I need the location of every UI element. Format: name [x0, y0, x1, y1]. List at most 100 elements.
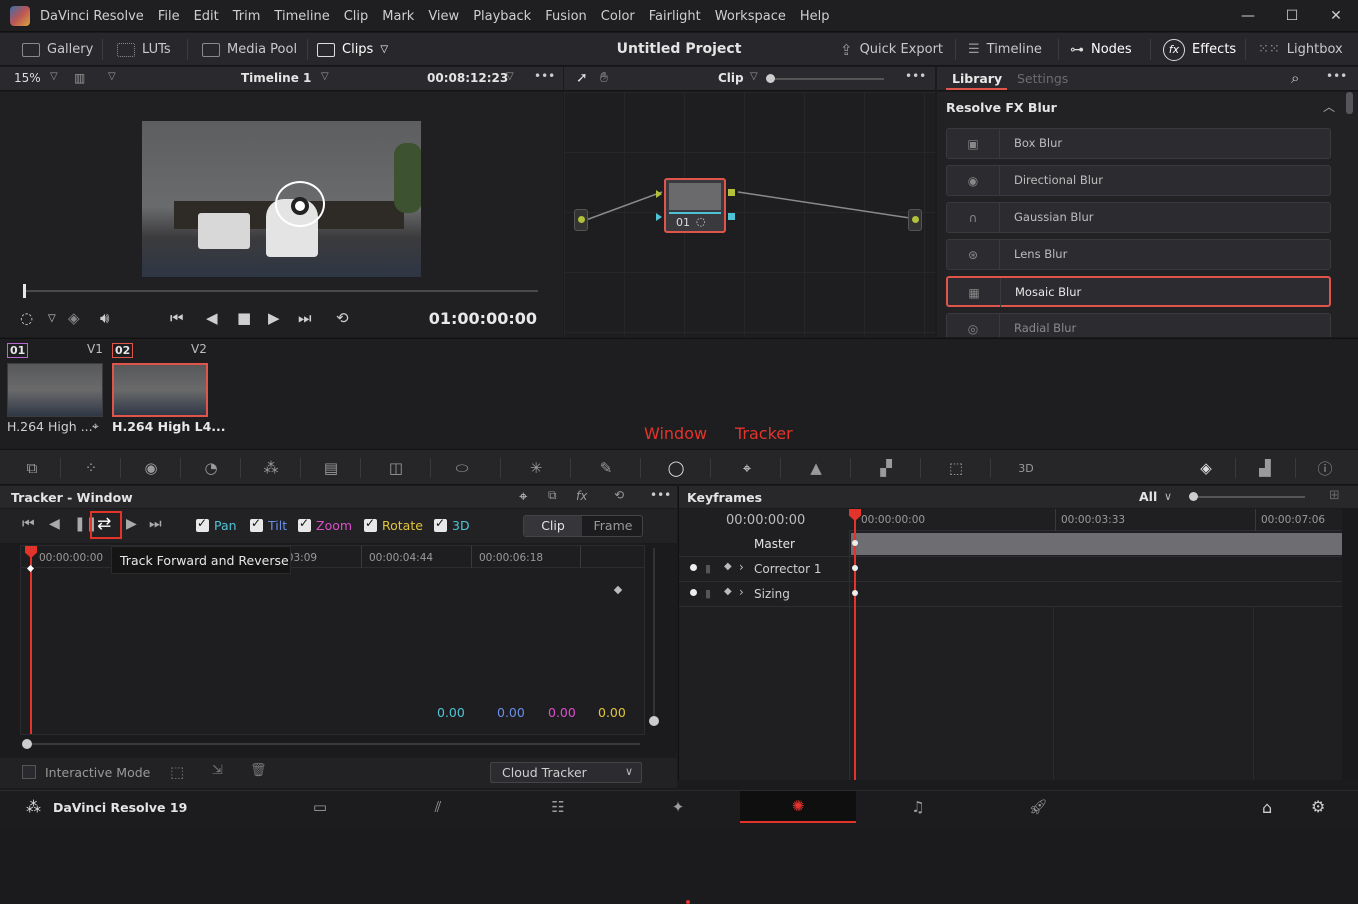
loop-icon[interactable]: ⟲: [336, 309, 349, 327]
window-icon[interactable]: ◯: [656, 450, 696, 486]
viewer-layout-icon[interactable]: ▥: [74, 71, 85, 85]
speaker-icon[interactable]: 🔊︎: [100, 309, 109, 327]
blur-icon[interactable]: ▞: [866, 450, 906, 486]
interactive-mode-checkbox[interactable]: [22, 765, 36, 779]
lock-icon[interactable]: ▮: [705, 562, 711, 575]
stabilizer-icon[interactable]: ⧉: [548, 488, 557, 503]
more-options-icon[interactable]: •••: [1326, 69, 1347, 83]
page-deliver-icon[interactable]: 🚀︎: [980, 791, 1096, 823]
play-icon[interactable]: ▶: [268, 309, 280, 327]
chevron-down-icon[interactable]: ▽: [50, 71, 58, 82]
page-edit-icon[interactable]: ☷: [500, 791, 616, 823]
page-fairlight-icon[interactable]: ♫: [860, 791, 976, 823]
motion-effects-icon[interactable]: ▤: [311, 450, 351, 486]
node-graph[interactable]: 01 ◌: [564, 92, 935, 337]
page-cut-icon[interactable]: ⫽: [380, 791, 496, 823]
menu-clip[interactable]: Clip: [344, 9, 369, 24]
node-zoom-slider[interactable]: [766, 74, 775, 83]
jump-start-icon[interactable]: ⏮︎: [170, 309, 184, 327]
fx-item-radial-blur[interactable]: ◎ Radial Blur: [946, 313, 1331, 337]
expand-panel-icon[interactable]: ⊞: [1329, 488, 1340, 503]
clips-button[interactable]: Clips ▽: [317, 33, 388, 66]
menu-workspace[interactable]: Workspace: [715, 9, 786, 24]
timeline-name[interactable]: Timeline 1: [241, 71, 311, 85]
page-fusion-icon[interactable]: ✦: [620, 791, 736, 823]
minimize-button[interactable]: —: [1226, 0, 1270, 32]
track-forward-reverse-button[interactable]: ⇄: [90, 511, 122, 539]
keyframe-scrollbar[interactable]: [1342, 509, 1358, 780]
menu-fusion[interactable]: Fusion: [545, 9, 587, 24]
gallery-button[interactable]: Gallery: [22, 33, 93, 66]
insert-points-icon[interactable]: ⬚: [170, 763, 184, 781]
stereo-3d-icon[interactable]: 3D: [1006, 450, 1046, 486]
menu-fairlight[interactable]: Fairlight: [649, 9, 701, 24]
viewer-playhead[interactable]: [23, 284, 26, 298]
keyframe-diamond-icon[interactable]: ◆: [724, 561, 732, 572]
search-icon[interactable]: ⌕: [1291, 69, 1299, 87]
chevron-down-icon[interactable]: ▽: [506, 71, 514, 82]
lightbox-button[interactable]: ⁙⁙ Lightbox: [1258, 33, 1343, 66]
timeline-button[interactable]: ☰ Timeline: [968, 33, 1042, 66]
more-options-icon[interactable]: •••: [534, 69, 555, 83]
enable-dot[interactable]: [690, 589, 697, 596]
rotate-checkbox[interactable]: Rotate: [364, 516, 423, 533]
quick-export-button[interactable]: ⇪ Quick Export: [840, 33, 943, 66]
keyframe-ruler[interactable]: 00:00:00:00 00:00:03:33 00:00:07:06: [849, 509, 1343, 531]
fx-icon[interactable]: fx: [576, 489, 587, 503]
source-input[interactable]: [574, 209, 588, 231]
primaries-wheels-icon[interactable]: ◉: [131, 450, 171, 486]
chevron-down-icon[interactable]: ∨: [1164, 490, 1172, 503]
maximize-button[interactable]: ☐: [1270, 0, 1314, 32]
final-output[interactable]: [908, 209, 922, 231]
magic-mask-icon[interactable]: ▲: [796, 450, 836, 486]
graph-horizontal-scrollbar[interactable]: [24, 743, 640, 745]
chevron-right-icon[interactable]: ›: [739, 585, 744, 599]
nodes-button[interactable]: ⊶ Nodes: [1070, 33, 1132, 66]
menu-edit[interactable]: Edit: [194, 9, 219, 24]
graph-zoom-handle[interactable]: [649, 716, 659, 726]
chevron-down-icon[interactable]: ▽: [321, 71, 329, 82]
color-warper-mesh-icon[interactable]: ✳: [516, 450, 556, 486]
tracker-type-select[interactable]: Cloud Tracker ∨: [490, 762, 642, 783]
delete-point-icon[interactable]: 🗑︎: [250, 763, 267, 778]
luts-button[interactable]: LUTs: [117, 33, 171, 66]
tab-library[interactable]: Library: [952, 71, 1002, 86]
zoom-checkbox[interactable]: Zoom: [298, 516, 352, 533]
zoom-level[interactable]: 15%: [14, 71, 41, 85]
menu-mark[interactable]: Mark: [382, 9, 414, 24]
tab-clip[interactable]: Clip: [524, 516, 582, 536]
3d-checkbox[interactable]: 3D: [434, 516, 470, 533]
menu-file[interactable]: File: [158, 9, 180, 24]
lock-icon[interactable]: ▮: [705, 587, 711, 600]
clip-thumbnail[interactable]: [7, 363, 103, 417]
window-shape-icon[interactable]: ◌: [20, 309, 33, 327]
more-options-icon[interactable]: •••: [650, 488, 671, 502]
menu-help[interactable]: Help: [800, 9, 830, 24]
library-scrollbar[interactable]: [1346, 92, 1353, 114]
keyframe-filter[interactable]: All: [1139, 489, 1157, 504]
close-button[interactable]: ✕: [1314, 0, 1358, 32]
key-icon[interactable]: ⬚: [936, 450, 976, 486]
hand-icon[interactable]: ✋︎: [600, 70, 608, 86]
track-reverse-icon[interactable]: ◀: [49, 516, 60, 532]
play-reverse-icon[interactable]: ◀: [206, 309, 218, 327]
keyframe-zoom-slider[interactable]: [1189, 492, 1198, 501]
keyframe-playhead[interactable]: [854, 517, 856, 780]
keyframe-row-sizing[interactable]: ▮ ◆ › Sizing: [679, 582, 1343, 607]
keyframe-marker[interactable]: [613, 585, 623, 595]
home-icon[interactable]: ⌂: [1262, 798, 1272, 817]
page-media-icon[interactable]: ▭: [262, 791, 378, 823]
curves-icon[interactable]: ◫: [376, 450, 416, 486]
rgb-mixer-icon[interactable]: ⁂: [251, 450, 291, 486]
keyframe-row-corrector[interactable]: ▮ ◆ › Corrector 1: [679, 557, 1343, 582]
pointer-icon[interactable]: ➚: [576, 70, 588, 86]
menu-color[interactable]: Color: [601, 9, 635, 24]
tilt-checkbox[interactable]: Tilt: [250, 516, 287, 533]
reset-icon[interactable]: ⟲: [614, 488, 624, 502]
camera-raw-icon[interactable]: ⧉: [12, 450, 52, 486]
fx-item-gaussian-blur[interactable]: ∩ Gaussian Blur: [946, 202, 1331, 233]
media-pool-button[interactable]: Media Pool: [202, 33, 297, 66]
pan-checkbox[interactable]: Pan: [196, 516, 237, 533]
gear-icon[interactable]: ⚙: [1311, 797, 1325, 816]
add-point-icon[interactable]: ⇲: [212, 763, 223, 778]
